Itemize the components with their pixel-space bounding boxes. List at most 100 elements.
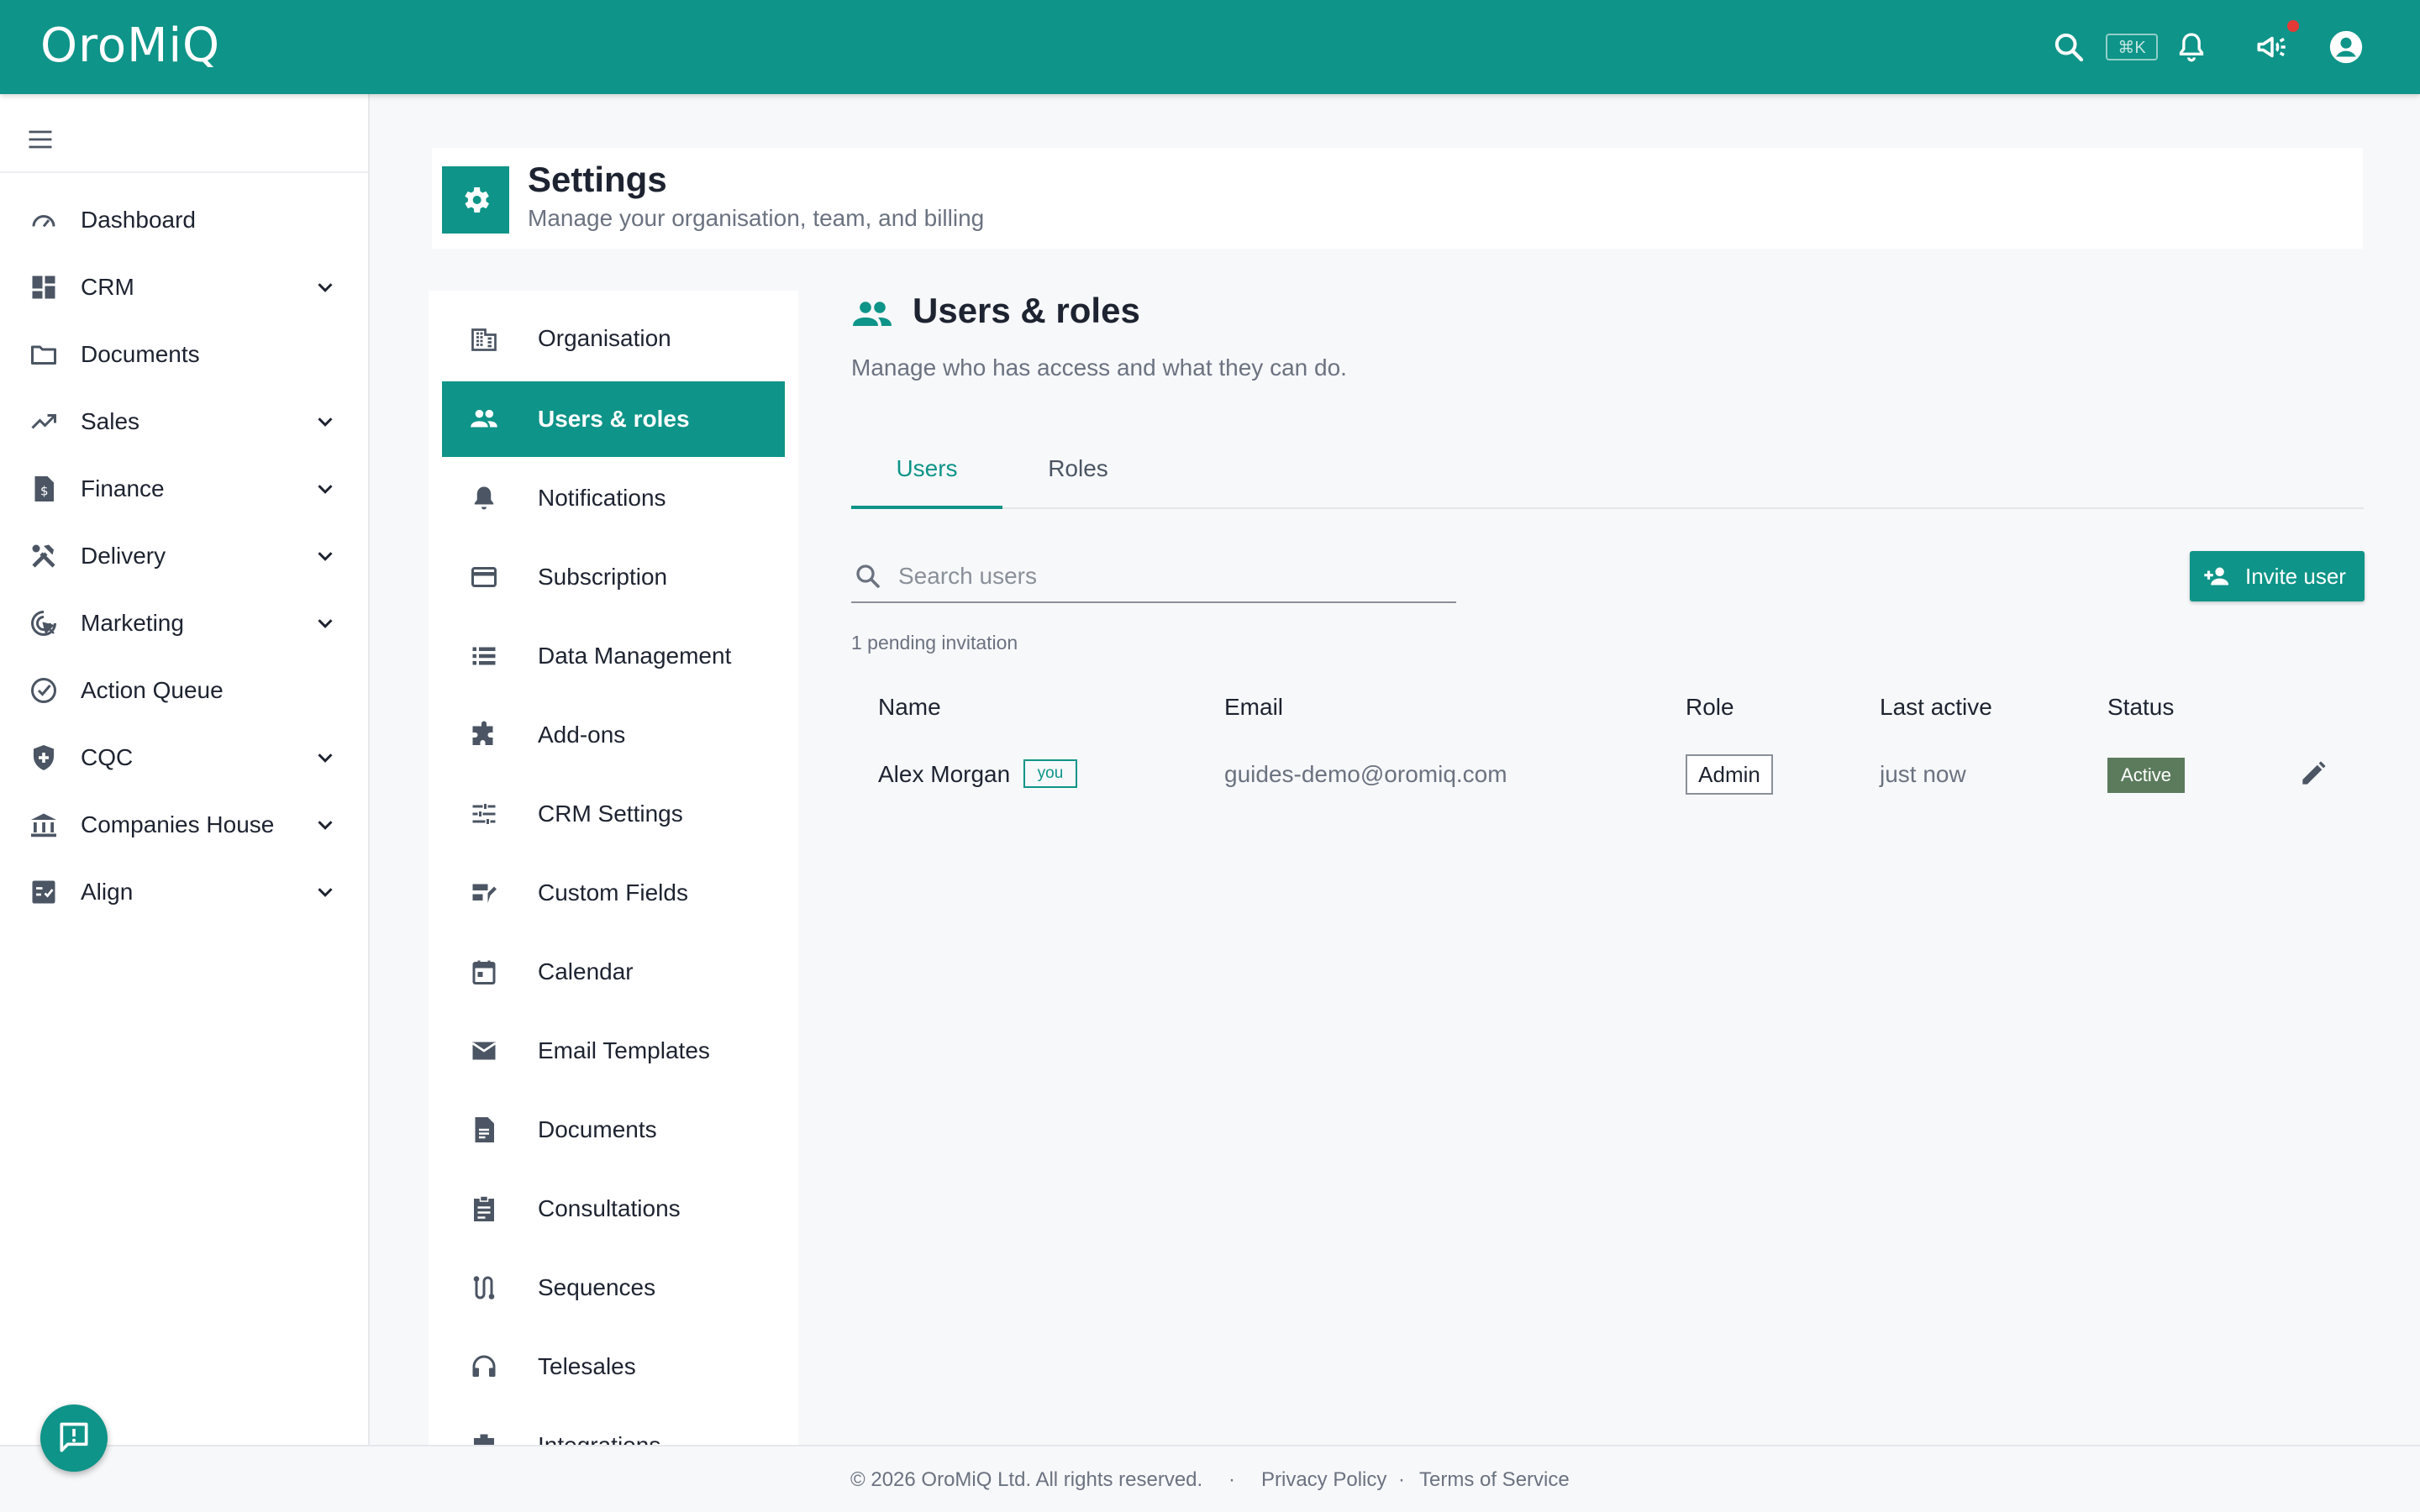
search-icon[interactable] (2047, 25, 2091, 69)
menu-icon[interactable] (25, 124, 55, 155)
main-sidebar: Dashboard CRM Documents Sales $ Finance … (0, 94, 370, 1512)
checklist-icon (27, 875, 60, 909)
settings-nav-custom-fields[interactable]: Custom Fields (442, 855, 785, 931)
tools-icon (27, 539, 60, 573)
speedometer-icon (27, 203, 60, 237)
puzzle-icon (467, 718, 501, 752)
people-icon (850, 296, 894, 333)
dashboard-grid-icon (27, 270, 60, 304)
settings-nav-label: Calendar (538, 958, 634, 984)
user-email: guides-demo@oromiq.com (1224, 761, 1507, 787)
sidebar-item-label: Dashboard (81, 207, 196, 233)
settings-nav-crm-settings[interactable]: CRM Settings (442, 776, 785, 852)
terms-of-service-link[interactable]: Terms of Service (1419, 1468, 1570, 1492)
people-icon (467, 402, 501, 436)
search-users-field (851, 551, 1456, 603)
settings-nav-consultations[interactable]: Consultations (442, 1171, 785, 1247)
settings-nav-email-templates[interactable]: Email Templates (442, 1013, 785, 1089)
document-icon (467, 1113, 501, 1147)
section-subtitle: Manage who has access and what they can … (851, 354, 1347, 381)
chevron-down-icon[interactable] (313, 812, 338, 837)
chevron-down-icon[interactable] (313, 745, 338, 770)
settings-nav-users-roles[interactable]: Users & roles (442, 381, 785, 457)
tab-users[interactable]: Users (851, 428, 1002, 509)
chevron-down-icon[interactable] (313, 275, 338, 300)
top-app-bar: OroMiQ ⌘K (0, 0, 2420, 94)
invite-user-button[interactable]: Invite user (2190, 551, 2365, 601)
settings-nav-label: Email Templates (538, 1037, 710, 1063)
column-header-role[interactable]: Role (1686, 694, 1734, 721)
settings-nav-add-ons[interactable]: Add-ons (442, 697, 785, 773)
feedback-chat-button[interactable] (40, 1404, 108, 1472)
unread-dot (2287, 20, 2299, 32)
page-header: Settings Manage your organisation, team,… (432, 148, 2363, 249)
integrations-icon (467, 1429, 501, 1445)
sidebar-item-label: Companies House (81, 811, 275, 837)
settings-nav-label: Users & roles (538, 406, 690, 432)
column-header-status[interactable]: Status (2107, 694, 2174, 721)
column-header-last-active[interactable]: Last active (1880, 694, 1992, 721)
sidebar-item-cqc[interactable]: CQC (0, 724, 368, 791)
tab-roles[interactable]: Roles (1002, 428, 1154, 509)
clipboard-icon (467, 1192, 501, 1226)
person-add-icon (2203, 563, 2232, 590)
settings-nav-organisation[interactable]: Organisation (442, 301, 785, 376)
app-logo[interactable]: OroMiQ (40, 18, 220, 73)
privacy-policy-link[interactable]: Privacy Policy (1261, 1468, 1386, 1492)
settings-nav-data-management[interactable]: Data Management (442, 618, 785, 694)
announcements-icon[interactable] (2250, 25, 2294, 69)
sidebar-item-action-queue[interactable]: Action Queue (0, 657, 368, 724)
settings-nav: Organisation Users & roles Notifications… (429, 291, 798, 1445)
sidebar-item-delivery[interactable]: Delivery (0, 522, 368, 590)
settings-nav-label: CRM Settings (538, 801, 683, 827)
bell-icon (467, 481, 501, 515)
sidebar-item-finance[interactable]: $ Finance (0, 455, 368, 522)
chevron-down-icon[interactable] (313, 476, 338, 501)
account-icon[interactable] (2324, 25, 2368, 69)
search-icon (853, 561, 883, 591)
settings-nav-label: Telesales (538, 1353, 636, 1379)
chevron-down-icon[interactable] (313, 879, 338, 905)
chevron-down-icon[interactable] (313, 409, 338, 434)
status-badge: Active (2107, 758, 2185, 793)
sidebar-item-dashboard[interactable]: Dashboard (0, 186, 368, 254)
settings-nav-calendar[interactable]: Calendar (442, 934, 785, 1010)
edit-icon[interactable] (2297, 758, 2329, 790)
settings-nav-telesales[interactable]: Telesales (442, 1329, 785, 1404)
sidebar-item-align[interactable]: Align (0, 858, 368, 926)
settings-nav-sequences[interactable]: Sequences (442, 1250, 785, 1326)
settings-nav-integrations[interactable]: Integrations (442, 1408, 785, 1445)
shield-icon (27, 741, 60, 774)
role-chip[interactable]: Admin (1686, 754, 1773, 795)
sidebar-item-marketing[interactable]: Marketing (0, 590, 368, 657)
chevron-down-icon[interactable] (313, 543, 338, 569)
svg-text:$: $ (40, 484, 49, 499)
search-users-input[interactable] (898, 559, 1436, 593)
invite-user-label: Invite user (2245, 563, 2346, 589)
sidebar-item-companies-house[interactable]: Companies House (0, 791, 368, 858)
chevron-down-icon[interactable] (313, 611, 338, 636)
copyright-text: © 2026 OroMiQ Ltd. All rights reserved. (850, 1468, 1203, 1491)
column-header-name[interactable]: Name (878, 694, 941, 721)
settings-nav-notifications[interactable]: Notifications (442, 460, 785, 536)
sidebar-item-label: Finance (81, 475, 165, 501)
command-shortcut-badge[interactable]: ⌘K (2106, 34, 2158, 60)
notifications-icon[interactable] (2170, 25, 2213, 69)
settings-nav-label: Add-ons (538, 722, 626, 748)
sidebar-item-label: Align (81, 879, 134, 905)
users-roles-tabs: Users Roles (851, 428, 2364, 509)
user-name: Alex Morgan (878, 761, 1011, 787)
footer-separator: · (1228, 1468, 1235, 1491)
pending-invitations-text[interactable]: 1 pending invitation (851, 632, 1018, 654)
settings-nav-documents[interactable]: Documents (442, 1092, 785, 1168)
sidebar-item-documents[interactable]: Documents (0, 321, 368, 388)
column-header-email[interactable]: Email (1224, 694, 1283, 721)
headset-icon (467, 1350, 501, 1383)
settings-nav-label: Integrations (538, 1432, 660, 1445)
calendar-icon (467, 955, 501, 989)
sidebar-item-sales[interactable]: Sales (0, 388, 368, 455)
page-title: Settings (528, 160, 667, 199)
sidebar-item-label: CQC (81, 744, 134, 770)
settings-nav-subscription[interactable]: Subscription (442, 539, 785, 615)
sidebar-item-crm[interactable]: CRM (0, 254, 368, 321)
